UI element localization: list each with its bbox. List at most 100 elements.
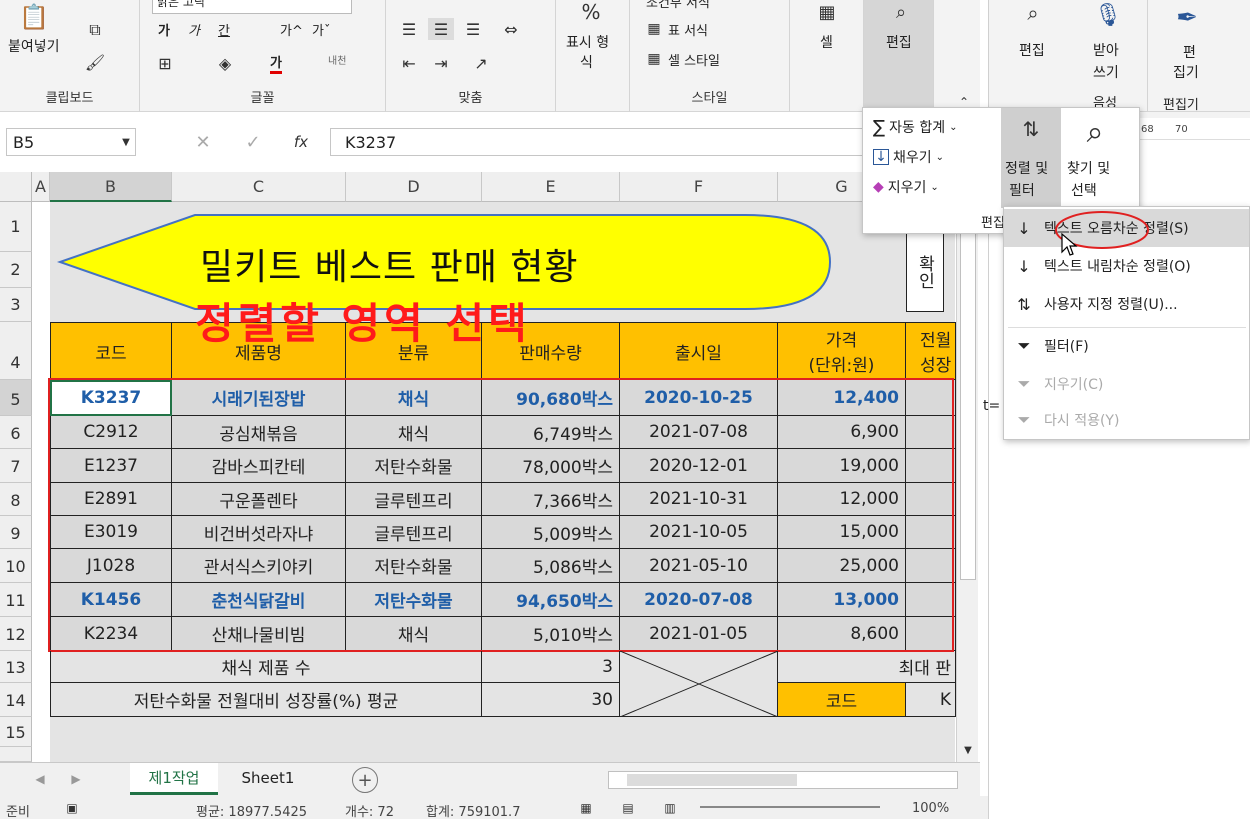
number-format-label-1[interactable]: 표시 형 [566,32,609,52]
horizontal-scrollbar[interactable] [608,771,958,789]
horizontal-scroll-thumb[interactable] [627,774,797,786]
paste-button-label[interactable]: 붙여넣기 [8,36,60,56]
menu-sort-descending[interactable]: ↓ 텍스트 내림차순 정렬(O) [1004,247,1249,285]
enter-icon[interactable]: ✓ [240,130,266,154]
align-left-icon[interactable]: ☰ [396,18,422,40]
align-center-icon[interactable]: ☰ [428,18,454,40]
copy-icon[interactable]: ⧉ [80,18,110,42]
menu-filter[interactable]: ⏷ 필터(F) [1004,327,1249,365]
sort-filter-button[interactable]: ⇅ 정렬 및 필터 [1001,108,1061,208]
popup-group-label: 편집 [981,216,1005,231]
autosum-button[interactable]: ∑ 자동 합계 ⌄ [873,114,1003,140]
editing-button[interactable]: 편집 [886,32,912,52]
header-growth: 전월 성장 [906,322,956,380]
italic-button[interactable]: 가 [188,20,200,39]
normal-view-icon[interactable]: ▦ [576,799,596,817]
row-header-11[interactable]: 11 [0,583,32,617]
chevron-down-icon: ⌄ [935,151,945,163]
row-header-3[interactable]: 3 [0,288,32,322]
clear-button[interactable]: ◆ 지우기 ⌄ [873,174,983,200]
row-header-8[interactable]: 8 [0,483,32,516]
cancel-icon[interactable]: ✕ [190,130,216,154]
select-all-corner[interactable] [0,172,32,202]
vertical-scrollbar[interactable]: ▼ [956,172,978,762]
alignment-group-label: 맞춤 [458,91,483,106]
name-box[interactable]: B5 [6,128,136,156]
merge-center-icon[interactable]: ⇔ [496,18,526,40]
column-header-c[interactable]: C [172,172,346,202]
editor-pen-icon[interactable]: ✒ [1169,0,1205,36]
underline-button[interactable]: 간 [218,20,230,39]
cell-style-button[interactable]: 셀 스타일 [668,50,720,69]
menu-custom-sort-label: 사용자 지정 정렬(U)... [1044,297,1178,313]
column-header-b[interactable]: B [50,172,172,202]
fill-label: 채우기 [893,150,932,166]
row-header-12[interactable]: 12 [0,617,32,651]
cells-icon[interactable]: ▦ [812,0,842,24]
cells-button[interactable]: 셀 [820,32,833,52]
prev-sheet-icon[interactable]: ◀ [30,769,50,789]
row-header-7[interactable]: 7 [0,449,32,483]
sheet-tab-active[interactable]: 제1작업 [130,763,218,795]
search-icon[interactable]: ⌕ [886,0,916,24]
name-box-dropdown-icon[interactable]: ▼ [118,132,134,152]
border-icon[interactable]: ⊞ [152,52,178,74]
column-header-e[interactable]: E [482,172,620,202]
number-format-label-2[interactable]: 식 [580,52,593,72]
shrink-font-button[interactable]: 가ˇ [312,20,330,39]
page-break-icon[interactable]: ▥ [660,799,680,817]
format-painter-icon[interactable]: 🖌 [80,50,110,74]
percent-style-button[interactable]: % [576,0,606,24]
align-right-icon[interactable]: ☰ [460,18,486,40]
eraser-icon: ◆ [873,179,884,195]
row-header-14[interactable]: 14 [0,683,32,717]
row-header-2[interactable]: 2 [0,252,32,288]
dictate-label-1[interactable]: 받아 [1093,40,1119,60]
editor-label-2[interactable]: 집기 [1173,62,1199,82]
table-format-button[interactable]: 표 서식 [668,20,708,39]
macro-record-icon[interactable]: ▣ [62,799,82,817]
page-layout-icon[interactable]: ▤ [618,799,638,817]
column-header-f[interactable]: F [620,172,778,202]
column-header-a[interactable]: A [32,172,50,202]
vertical-scroll-thumb[interactable] [960,180,976,580]
zoom-level[interactable]: 100% [912,801,949,816]
conditional-format-button[interactable]: 조건부 서식 [646,0,710,11]
microphone-icon[interactable]: 🎙 [1093,0,1123,30]
add-sheet-button[interactable]: + [352,767,378,793]
row-header-6[interactable]: 6 [0,416,32,449]
menu-sort-descending-label: 텍스트 내림차순 정렬(O) [1044,259,1191,275]
column-header-d[interactable]: D [346,172,482,202]
bold-button[interactable]: 가 [158,20,170,39]
orientation-icon[interactable]: ↗ [466,52,496,74]
fill-button[interactable]: ↓ 채우기 ⌄ [873,144,983,170]
menu-custom-sort[interactable]: ⇅ 사용자 지정 정렬(U)... [1004,285,1249,323]
sheet-tab-sheet1[interactable]: Sheet1 [226,763,310,795]
row-header-5[interactable]: 5 [0,380,32,416]
decrease-indent-icon[interactable]: ⇤ [396,52,422,74]
row-header-4[interactable]: 4 [0,322,32,380]
insert-function-button[interactable]: fx [288,130,314,154]
header-growth-line1: 전월 [920,331,952,351]
row-header-15[interactable]: 15 [0,717,32,747]
secondary-edit-button[interactable]: 편집 [1019,40,1045,60]
find-select-button[interactable]: ⌕ 찾기 및 선택 [1063,108,1127,208]
row-header-1[interactable]: 1 [0,202,32,252]
dictate-label-2[interactable]: 쓰기 [1093,62,1119,82]
row-header-9[interactable]: 9 [0,516,32,549]
row-header-13[interactable]: 13 [0,651,32,683]
font-name-box[interactable]: 맑은 고딕 [152,0,352,14]
grow-font-button[interactable]: 가^ [280,20,303,39]
phonetic-button[interactable]: 내천 [328,52,346,67]
editor-label-1[interactable]: 편 [1183,42,1196,62]
increase-indent-icon[interactable]: ⇥ [428,52,454,74]
search-icon[interactable]: ⌕ [1013,0,1053,26]
fill-color-icon[interactable]: ◈ [212,52,238,74]
mouse-cursor-icon [1061,232,1078,256]
next-sheet-icon[interactable]: ▶ [66,769,86,789]
paste-icon[interactable]: 📋 [14,2,54,32]
font-color-button[interactable]: 가 [270,52,282,74]
scroll-down-icon[interactable]: ▼ [960,742,976,758]
zoom-slider[interactable] [700,806,880,808]
row-header-10[interactable]: 10 [0,549,32,583]
